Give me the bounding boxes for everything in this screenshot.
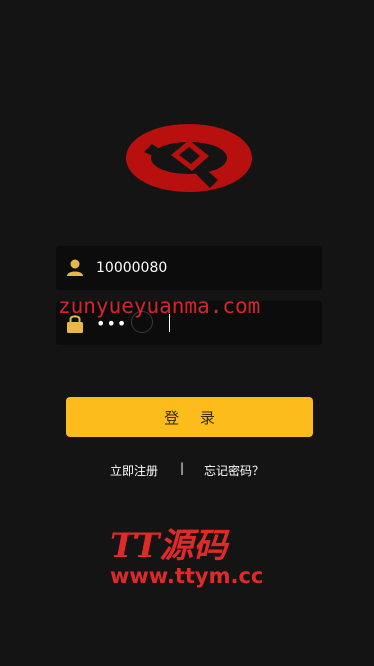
login-button[interactable]: 登 录 xyxy=(66,397,313,437)
auth-links: 立即注册 | 忘记密码？ xyxy=(0,460,374,480)
watermark-url: www.ttym.cc xyxy=(110,564,264,588)
watermark-logo: TT源码 xyxy=(110,526,228,566)
watermark-text: zunyueyuanma.com xyxy=(58,294,261,318)
user-icon xyxy=(67,259,83,276)
register-link[interactable]: 立即注册 xyxy=(110,462,158,479)
username-input[interactable] xyxy=(96,246,306,290)
link-separator: | xyxy=(180,461,185,475)
forgot-password-link[interactable]: 忘记密码？ xyxy=(204,462,264,479)
username-field[interactable] xyxy=(56,246,322,290)
bank-logo-icon xyxy=(126,124,252,192)
